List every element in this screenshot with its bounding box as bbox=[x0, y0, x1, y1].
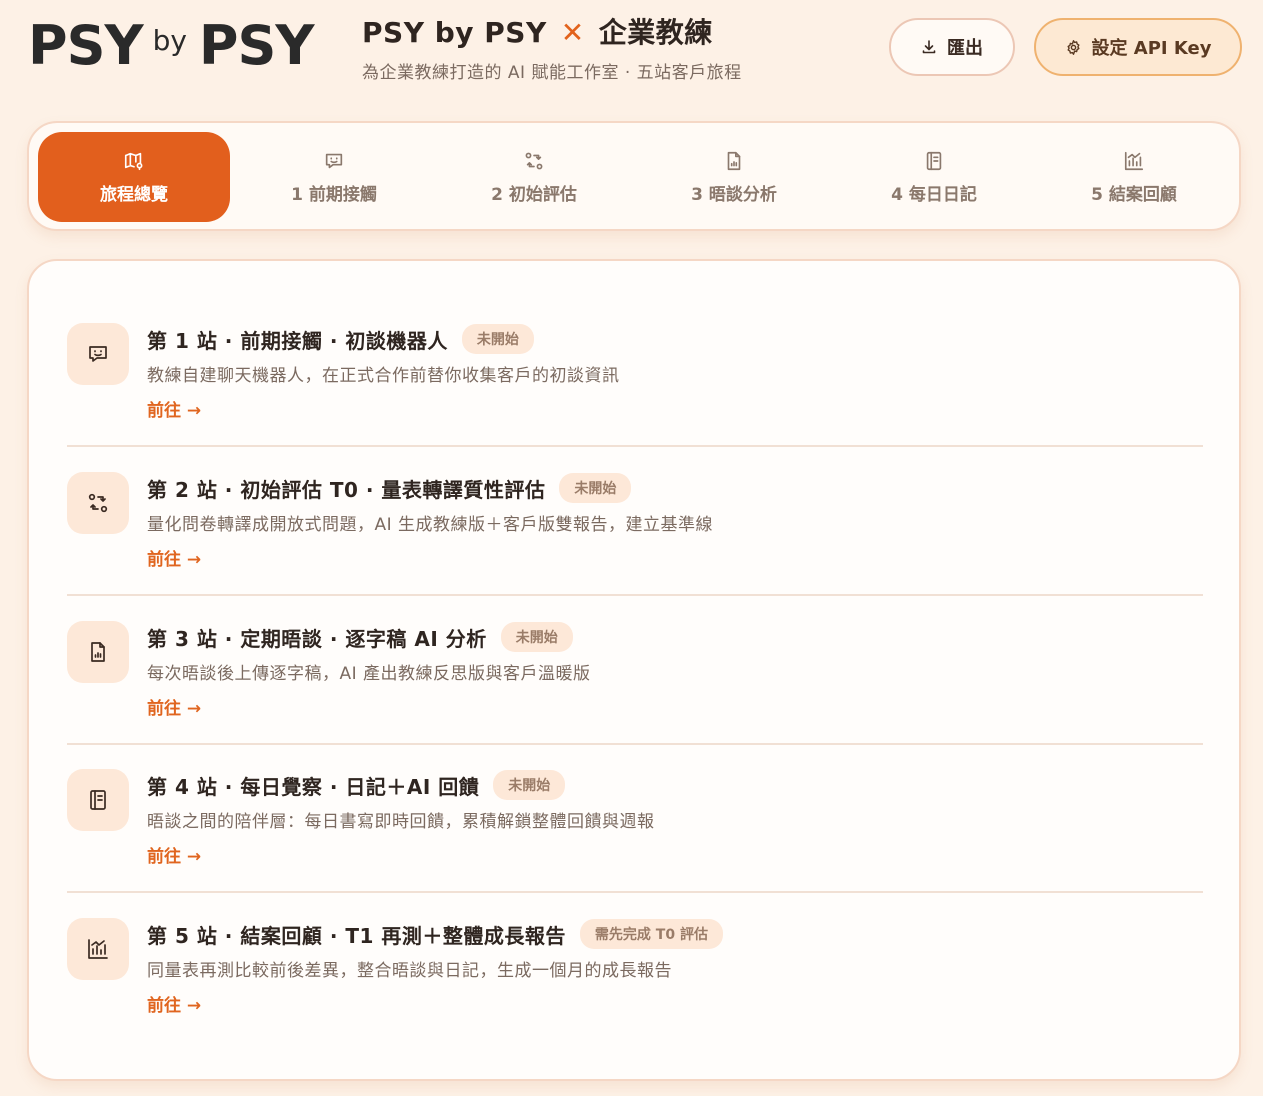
app-title-main: PSY by PSY bbox=[362, 16, 547, 49]
app-title: PSY by PSY ✕ 企業教練 bbox=[362, 16, 742, 50]
station-icon-box bbox=[67, 323, 129, 385]
tab-overview[interactable]: 旅程總覽 bbox=[38, 132, 230, 222]
station-title-row: 第 1 站 · 前期接觸 · 初談機器人 未開始 bbox=[147, 324, 534, 354]
station-icon-box bbox=[67, 621, 129, 683]
station-title: 第 3 站 · 定期晤談 · 逐字稿 AI 分析 bbox=[147, 626, 487, 651]
tab-label: 2 初始評估 bbox=[491, 184, 577, 205]
status-badge: 需先完成 T0 評估 bbox=[579, 919, 723, 949]
go-link[interactable]: 前往 → bbox=[147, 991, 201, 1016]
swap-icon bbox=[525, 152, 543, 169]
status-badge: 未開始 bbox=[493, 770, 566, 800]
station-title-row: 第 5 站 · 結案回顧 · T1 再測＋整體成長報告 需先完成 T0 評估 bbox=[147, 919, 723, 949]
logo-by: by bbox=[152, 23, 187, 57]
tab-station-2[interactable]: 2 初始評估 bbox=[438, 132, 630, 222]
export-button[interactable]: 匯出 bbox=[889, 18, 1015, 76]
station-title-row: 第 3 站 · 定期晤談 · 逐字稿 AI 分析 未開始 bbox=[147, 622, 573, 652]
station-description: 量化問卷轉譯成開放式問題，AI 生成教練版＋客戶版雙報告，建立基準線 bbox=[147, 515, 714, 535]
status-badge: 未開始 bbox=[559, 473, 632, 503]
header: PSY by PSY PSY by PSY ✕ 企業教練 為企業教練打造的 AI… bbox=[0, 0, 1263, 110]
api-key-label: 設定 API Key bbox=[1091, 38, 1212, 59]
station-card: 第 1 站 · 前期接觸 · 初談機器人 未開始 教練自建聊天機器人，在正式合作… bbox=[67, 261, 1203, 447]
station-title: 第 2 站 · 初始評估 T0 · 量表轉譯質性評估 bbox=[147, 477, 546, 502]
station-title: 第 5 站 · 結案回顧 · T1 再測＋整體成長報告 bbox=[147, 923, 566, 948]
download-icon bbox=[922, 40, 936, 54]
chat-icon bbox=[325, 153, 343, 168]
growth-chart-icon bbox=[88, 939, 108, 959]
notebook-icon bbox=[926, 151, 942, 170]
swap-icon bbox=[88, 493, 108, 513]
station-description: 同量表再測比較前後差異，整合晤談與日記，生成一個月的成長報告 bbox=[147, 961, 672, 981]
tab-label: 5 結案回顧 bbox=[1091, 184, 1177, 205]
gear-icon bbox=[1067, 39, 1080, 55]
station-title: 第 1 站 · 前期接觸 · 初談機器人 bbox=[147, 328, 448, 353]
station-icon-box bbox=[67, 918, 129, 980]
station-description: 教練自建聊天機器人，在正式合作前替你收集客戶的初談資訊 bbox=[147, 366, 620, 386]
stations-panel: 第 1 站 · 前期接觸 · 初談機器人 未開始 教練自建聊天機器人，在正式合作… bbox=[27, 259, 1241, 1081]
growth-chart-icon bbox=[1124, 151, 1144, 170]
map-icon bbox=[124, 152, 143, 170]
station-title-row: 第 4 站 · 每日覺察 · 日記＋AI 回饋 未開始 bbox=[147, 770, 566, 800]
station-card: 第 4 站 · 每日覺察 · 日記＋AI 回饋 未開始 晤談之間的陪伴層：每日書… bbox=[67, 707, 1203, 893]
tab-station-1[interactable]: 1 前期接觸 bbox=[238, 132, 430, 222]
station-title-row: 第 2 站 · 初始評估 T0 · 量表轉譯質性評估 未開始 bbox=[147, 473, 632, 503]
logo: PSY by PSY bbox=[28, 14, 314, 78]
app-title-x: ✕ bbox=[560, 16, 585, 49]
notebook-icon bbox=[90, 790, 106, 810]
export-label: 匯出 bbox=[947, 38, 983, 59]
station-title: 第 4 站 · 每日覺察 · 日記＋AI 回饋 bbox=[147, 774, 480, 799]
tab-station-3[interactable]: 3 晤談分析 bbox=[638, 132, 830, 222]
tab-label: 4 每日日記 bbox=[891, 184, 977, 205]
station-card: 第 5 站 · 結案回顧 · T1 再測＋整體成長報告 需先完成 T0 評估 同… bbox=[67, 856, 1203, 1016]
file-chart-icon bbox=[727, 151, 741, 170]
tab-station-5[interactable]: 5 結案回顧 bbox=[1038, 132, 1230, 222]
station-description: 晤談之間的陪伴層：每日書寫即時回饋，累積解鎖整體回饋與週報 bbox=[147, 812, 655, 832]
station-card: 第 2 站 · 初始評估 T0 · 量表轉譯質性評估 未開始 量化問卷轉譯成開放… bbox=[67, 410, 1203, 596]
logo-psy-right: PSY bbox=[198, 14, 315, 77]
station-description: 每次晤談後上傳逐字稿，AI 產出教練反思版與客戶溫暖版 bbox=[147, 664, 591, 684]
journey-tabs: 旅程總覽 1 前期接觸 2 初始評估 3 晤談分析 4 每日日記 5 結案回顧 bbox=[27, 121, 1241, 231]
station-icon-box bbox=[67, 769, 129, 831]
status-badge: 未開始 bbox=[461, 324, 534, 354]
chat-icon bbox=[89, 346, 107, 362]
station-icon-box bbox=[67, 472, 129, 534]
tab-station-4[interactable]: 4 每日日記 bbox=[838, 132, 1030, 222]
tab-label: 1 前期接觸 bbox=[291, 184, 377, 205]
tab-label: 旅程總覽 bbox=[100, 184, 168, 205]
app-title-suffix: 企業教練 bbox=[598, 16, 713, 49]
tab-label: 3 晤談分析 bbox=[691, 184, 777, 205]
set-api-key-button[interactable]: 設定 API Key bbox=[1034, 18, 1242, 76]
app-subtitle: 為企業教練打造的 AI 賦能工作室 · 五站客戶旅程 bbox=[362, 63, 742, 83]
station-card: 第 3 站 · 定期晤談 · 逐字稿 AI 分析 未開始 每次晤談後上傳逐字稿，… bbox=[67, 559, 1203, 745]
title-block: PSY by PSY ✕ 企業教練 為企業教練打造的 AI 賦能工作室 · 五站… bbox=[362, 16, 742, 83]
status-badge: 未開始 bbox=[500, 622, 573, 652]
logo-psy-left: PSY bbox=[28, 14, 144, 77]
file-chart-icon bbox=[91, 642, 105, 662]
